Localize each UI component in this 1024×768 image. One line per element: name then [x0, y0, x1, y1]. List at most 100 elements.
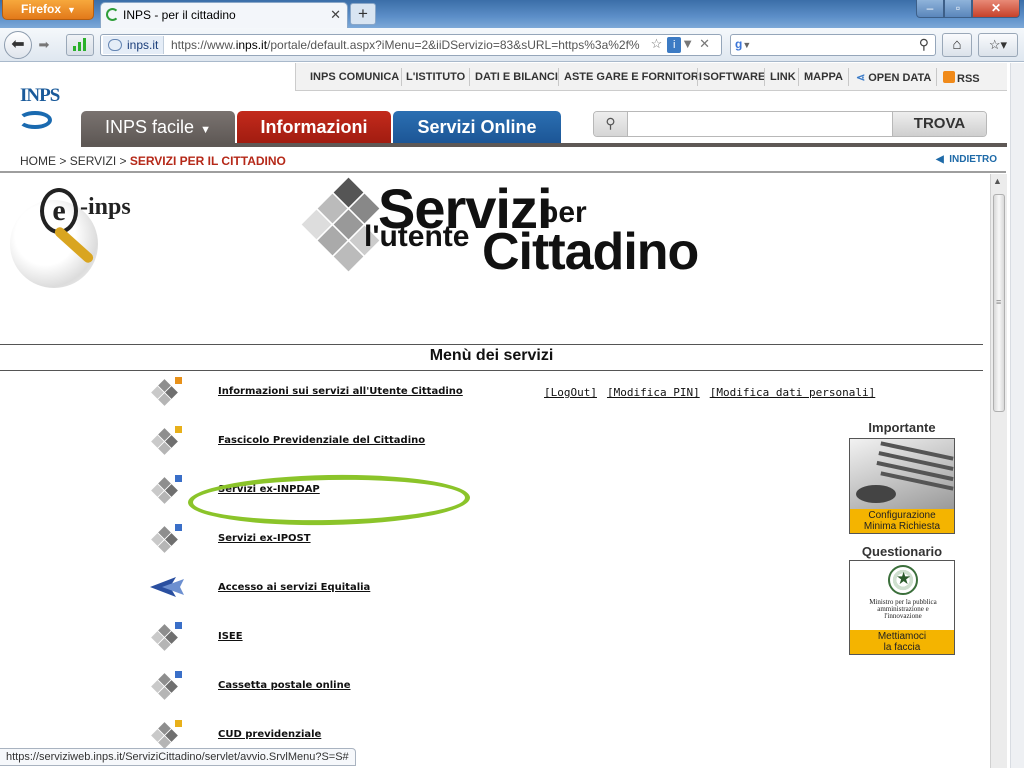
link-open-data[interactable]: ⋖ OPEN DATA	[856, 71, 931, 84]
back-button[interactable]: ⬅	[4, 31, 32, 59]
link-inps-comunica[interactable]: INPS COMUNICA	[310, 71, 399, 83]
configurazione-banner[interactable]: Configurazione Minima Richiesta	[849, 438, 955, 534]
divider	[0, 344, 983, 345]
service-link[interactable]: Accesso ai servizi Equitalia	[218, 582, 370, 593]
breadcrumb-servizi[interactable]: SERVIZI	[70, 154, 116, 168]
modifica-pin-link[interactable]: [Modifica PIN]	[607, 386, 700, 399]
service-item[interactable]: Informazioni sui servizi all'Utente Citt…	[150, 375, 570, 409]
service-link[interactable]: CUD previdenziale	[218, 729, 321, 740]
forward-button[interactable]: ➡	[33, 36, 55, 54]
service-diamond-icon	[150, 669, 186, 701]
link-mappa[interactable]: MAPPA	[804, 71, 843, 83]
loading-spinner-icon	[106, 8, 119, 21]
bookmarks-button[interactable]: ☆▾	[978, 33, 1018, 57]
address-bar-icons: ☆ i ▼✕	[651, 36, 715, 53]
questionario-title: Questionario	[861, 544, 943, 559]
google-icon[interactable]: g▼	[735, 37, 751, 51]
globe-icon	[108, 39, 122, 51]
site-identity-button[interactable]: inps.it	[103, 36, 165, 54]
banner-word-cittadino: Cittadino	[482, 223, 699, 281]
firefox-menu-button[interactable]: Firefox ▼	[2, 0, 94, 20]
service-item[interactable]: ISEE	[150, 620, 570, 654]
scroll-up-icon[interactable]: ▲	[993, 176, 1002, 186]
web-page: INPS COMUNICA L'ISTITUTO DATI E BILANCI …	[0, 63, 1024, 768]
inps-logo[interactable]: INPS	[18, 81, 60, 137]
close-window-button[interactable]: ✕	[972, 0, 1020, 18]
stop-icon[interactable]: ✕	[699, 36, 715, 51]
link-istituto[interactable]: L'ISTITUTO	[406, 71, 465, 83]
service-link[interactable]: Informazioni sui servizi all'Utente Citt…	[218, 386, 463, 397]
breadcrumb-home[interactable]: HOME	[20, 154, 56, 168]
top-links-bar: INPS COMUNICA L'ISTITUTO DATI E BILANCI …	[295, 63, 1007, 91]
service-item[interactable]: Servizi ex-IPOST	[150, 522, 570, 556]
rss-icon	[943, 71, 955, 83]
back-link[interactable]: ◀ INDIETRO	[936, 154, 997, 165]
menu-title: Menù dei servizi	[429, 347, 554, 364]
divider	[0, 171, 1006, 173]
chevron-down-icon: ▼	[200, 124, 211, 136]
tab-title: INPS - per il cittadino	[123, 8, 236, 22]
service-link[interactable]: ISEE	[218, 631, 243, 642]
ministero-text: Ministro per la pubblica amministrazione…	[869, 598, 937, 620]
modifica-dati-link[interactable]: [Modifica dati personali]	[710, 386, 876, 399]
service-diamond-icon	[150, 718, 186, 750]
search-icon[interactable]: ⚲	[594, 112, 628, 136]
breadcrumb: HOME > SERVIZI > SERVIZI PER IL CITTADIN…	[20, 154, 286, 168]
service-link[interactable]: Servizi ex-IPOST	[218, 533, 311, 544]
divider	[0, 370, 983, 371]
tab-underline	[81, 143, 1007, 147]
link-software[interactable]: SOFTWARE	[703, 71, 765, 83]
frame-scrollbar[interactable]: ▲ ≡	[990, 174, 1007, 768]
search-icon[interactable]: ⚲	[919, 36, 929, 53]
einps-logo: e -inps	[10, 180, 140, 288]
service-item[interactable]: Fascicolo Previdenziale del Cittadino	[150, 424, 570, 458]
chevron-left-icon: ◀	[936, 154, 944, 165]
italian-emblem-icon	[888, 565, 918, 595]
chevron-down-icon: ▼	[67, 5, 76, 15]
link-rss[interactable]: RSS	[943, 71, 980, 85]
service-item[interactable]: Accesso ai servizi Equitalia	[150, 571, 570, 605]
link-dati-bilanci[interactable]: DATI E BILANCI	[475, 71, 558, 83]
link-aste-gare[interactable]: ASTE GARE E FORNITORI	[564, 71, 702, 83]
tab-servizi-online[interactable]: Servizi Online	[393, 111, 561, 144]
service-diamond-icon	[150, 424, 186, 456]
service-diamond-icon	[150, 375, 186, 407]
close-tab-icon[interactable]: ✕	[330, 7, 341, 23]
browser-search-input[interactable]: g▼ ⚲	[730, 34, 936, 56]
site-search: ⚲ TROVA	[593, 111, 987, 137]
mettiamoci-la-faccia-banner[interactable]: Ministro per la pubblica amministrazione…	[849, 560, 955, 655]
servizi-banner: Servizi per l'utente Cittadino	[290, 174, 710, 281]
browser-tab[interactable]: INPS - per il cittadino ✕	[100, 2, 348, 28]
signal-addon-button[interactable]	[66, 34, 94, 56]
address-bar[interactable]: inps.it https://www.inps.it/portale/defa…	[100, 34, 722, 56]
trova-button[interactable]: TROVA	[892, 112, 986, 136]
tab-informazioni[interactable]: Informazioni	[237, 111, 391, 144]
navigation-toolbar: ⬅ ➡ inps.it https://www.inps.it/portale/…	[0, 28, 1024, 62]
dropdown-icon[interactable]: ▼	[681, 36, 699, 51]
status-bar: https://serviziweb.inps.it/ServiziCittad…	[0, 748, 356, 766]
page-scrollbar[interactable]	[1010, 63, 1024, 768]
minimize-window-button[interactable]: –	[916, 0, 944, 18]
account-links: [LogOut] [Modifica PIN] [Modifica dati per…	[544, 386, 885, 399]
link-link[interactable]: LINK	[770, 71, 796, 83]
maximize-window-button[interactable]: ▫	[944, 0, 972, 18]
tab-inps-facile[interactable]: INPS facile ▼	[81, 111, 235, 144]
service-diamond-icon	[150, 522, 186, 554]
banner-word-utente: l'utente	[364, 220, 470, 253]
service-diamond-icon	[150, 620, 186, 652]
info-icon[interactable]: i	[667, 37, 682, 53]
breadcrumb-current: SERVIZI PER IL CITTADINO	[129, 154, 286, 168]
service-link[interactable]: Cassetta postale online	[218, 680, 351, 691]
keyboard-image	[850, 439, 954, 509]
services-frame: e -inps Servizi per l'utente Cittadino M…	[0, 174, 1008, 768]
window-titlebar: Firefox ▼ INPS - per il cittadino ✕ + – ▫…	[0, 0, 1024, 28]
service-item[interactable]: Cassetta postale online	[150, 669, 570, 703]
share-icon: ⋖	[856, 72, 866, 84]
url-text[interactable]: https://www.inps.it/portale/default.aspx…	[171, 38, 640, 52]
home-button[interactable]: ⌂	[942, 33, 972, 57]
new-tab-button[interactable]: +	[350, 3, 376, 25]
star-icon[interactable]: ☆	[651, 36, 668, 51]
service-link[interactable]: Fascicolo Previdenziale del Cittadino	[218, 435, 425, 446]
service-diamond-icon	[150, 473, 186, 505]
service-item[interactable]: CUD previdenziale	[150, 718, 570, 752]
